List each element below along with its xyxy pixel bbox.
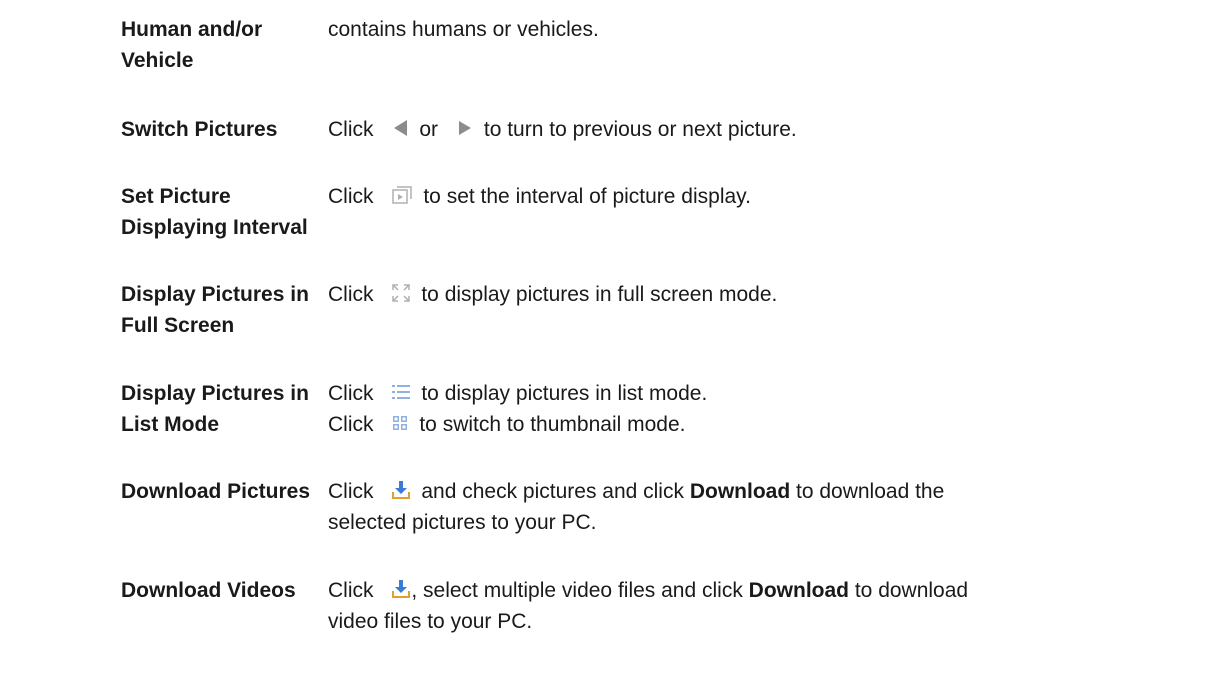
term-cell: Display Pictures in List Mode	[121, 378, 311, 440]
term-cell: Display Pictures in Full Screen	[121, 279, 311, 341]
description-text: to switch to thumbnail mode.	[419, 413, 686, 436]
fullscreen-icon	[391, 283, 411, 303]
term-line: Display Pictures in	[121, 382, 309, 405]
term-cell: Set Picture Displaying Interval	[121, 181, 311, 243]
term-line: Download Pictures	[121, 480, 311, 503]
description-cell: Click to display pictures in full screen…	[328, 279, 1158, 310]
description-cell: Click , select multiple video files and …	[328, 575, 1158, 637]
description-text: to display pictures in list mode.	[421, 382, 708, 405]
download-emphasis: Download	[748, 579, 849, 602]
list-mode-icon	[391, 383, 411, 401]
thumbnail-mode-icon	[391, 414, 409, 432]
click-word: Click	[328, 579, 374, 602]
or-word: or	[419, 118, 439, 141]
term-line: Set Picture	[121, 185, 231, 208]
slideshow-interval-icon	[391, 185, 413, 205]
term-cell: Download Pictures	[121, 476, 311, 507]
term-line: List Mode	[121, 413, 219, 436]
description-line: Click to switch to thumbnail mode.	[328, 409, 1158, 440]
previous-icon	[391, 118, 409, 138]
description-line: Click to display pictures in full screen…	[328, 279, 1158, 310]
click-word: Click	[328, 185, 374, 208]
download-icon	[391, 480, 411, 500]
description-cell: contains humans or vehicles.	[328, 14, 1158, 45]
click-word: Click	[328, 283, 374, 306]
description-line: Click to set the interval of picture dis…	[328, 181, 1158, 212]
description-line: selected pictures to your PC.	[328, 511, 597, 534]
description-line: Click to display pictures in list mode.	[328, 378, 1158, 409]
description-cell: Click to set the interval of picture dis…	[328, 181, 1158, 212]
description-line: video files to your PC.	[328, 610, 533, 633]
description-cell: Click or to turn to previous or next pic…	[328, 114, 1158, 145]
description-text: to download the	[796, 480, 945, 503]
description-text: to display pictures in full screen mode.	[421, 283, 778, 306]
click-word: Click	[328, 382, 374, 405]
description-line: Click and check pictures and click Downl…	[328, 476, 1158, 507]
description-text: to download	[854, 579, 969, 602]
term-cell: Switch Pictures	[121, 114, 311, 145]
description-text: to set the interval of picture display.	[423, 185, 751, 208]
description-text: to turn to previous or next picture.	[483, 118, 797, 141]
term-line: Switch Pictures	[121, 118, 278, 141]
description-line: Click , select multiple video files and …	[328, 575, 1158, 606]
term-cell: Download Videos	[121, 575, 311, 606]
download-icon	[391, 579, 411, 599]
description-line: Click or to turn to previous or next pic…	[328, 114, 1158, 145]
term-cell: Human and/or Vehicle	[121, 14, 311, 76]
term-line: Display Pictures in	[121, 283, 309, 306]
term-line: Displaying Interval	[121, 216, 308, 239]
term-line: Download Videos	[121, 579, 296, 602]
description-text: contains humans or vehicles.	[328, 18, 599, 41]
next-icon	[456, 118, 474, 138]
description-text: , select multiple video files and click	[411, 579, 743, 602]
term-line: Human and/or	[121, 18, 263, 41]
term-line: Full Screen	[121, 314, 235, 337]
download-emphasis: Download	[689, 480, 791, 503]
description-text: and check pictures and click	[421, 480, 684, 503]
click-word: Click	[328, 413, 374, 436]
click-word: Click	[328, 480, 374, 503]
term-line: Vehicle	[121, 49, 194, 72]
description-cell: Click and check pictures and click Downl…	[328, 476, 1158, 538]
description-cell: Click to display pictures in list mode. …	[328, 378, 1158, 440]
click-word: Click	[328, 118, 374, 141]
